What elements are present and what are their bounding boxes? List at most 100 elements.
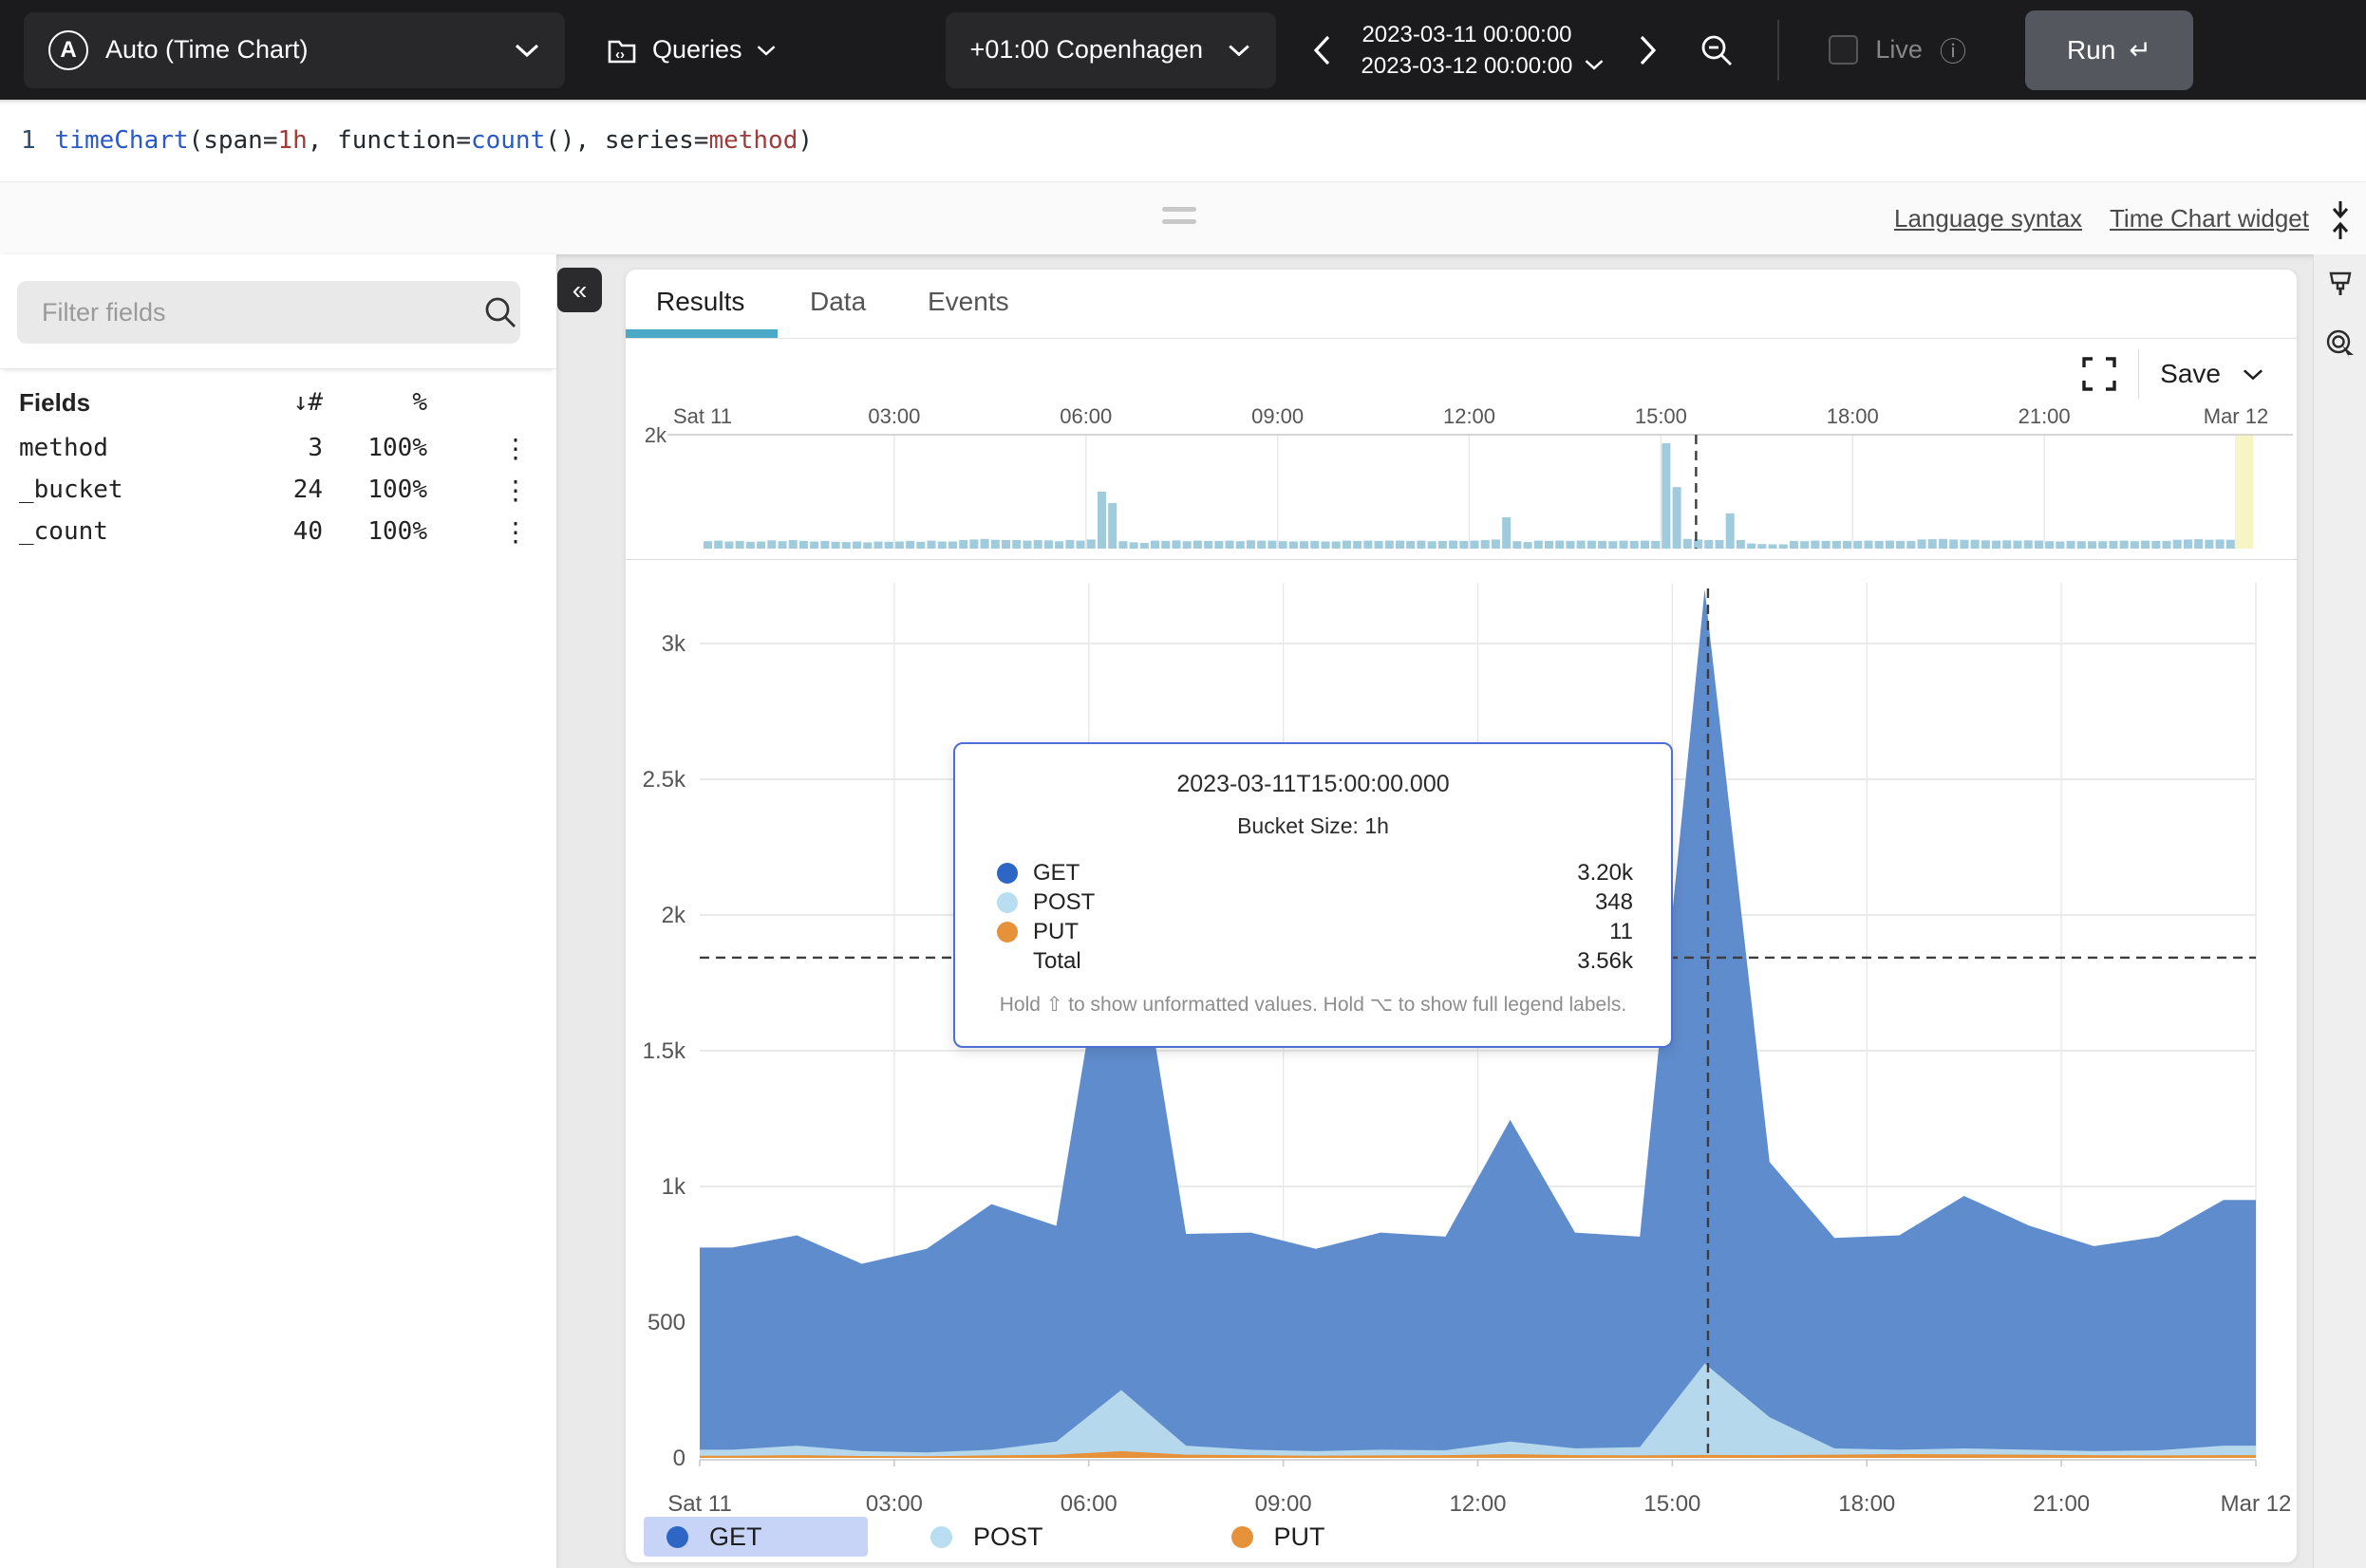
mini-bar[interactable] <box>767 540 776 549</box>
mini-bar[interactable] <box>2002 540 2011 549</box>
mini-bar[interactable] <box>1449 541 1457 549</box>
tab-events[interactable]: Events <box>928 287 1009 317</box>
mini-bar[interactable] <box>1726 513 1735 549</box>
mini-bar[interactable] <box>2109 541 2117 549</box>
mini-bar[interactable] <box>1853 541 1862 549</box>
mini-bar[interactable] <box>1502 517 1511 549</box>
mini-bar[interactable] <box>1204 541 1212 549</box>
mini-bar[interactable] <box>916 542 925 549</box>
mini-bar[interactable] <box>938 542 947 550</box>
mini-bar[interactable] <box>1875 541 1884 549</box>
tab-results[interactable]: Results <box>656 287 744 317</box>
mini-bar[interactable] <box>1151 541 1159 549</box>
mini-bar[interactable] <box>1108 503 1117 549</box>
mini-bar[interactable] <box>1949 539 1958 549</box>
view-selector-dropdown[interactable]: A Auto (Time Chart) <box>24 12 565 88</box>
mini-bar[interactable] <box>1247 540 1255 549</box>
interaction-target-icon[interactable] <box>2325 328 2356 359</box>
mini-bar[interactable] <box>1832 541 1841 549</box>
mini-bar[interactable] <box>1226 541 1234 549</box>
mini-bar[interactable] <box>2098 541 2107 549</box>
mini-bar[interactable] <box>1077 541 1085 549</box>
mini-bar[interactable] <box>2056 542 2064 550</box>
run-button[interactable]: Run ↵ <box>2025 10 2193 90</box>
mini-bar[interactable] <box>2173 540 2182 549</box>
time-range-selector[interactable]: 2023-03-11 00:00:00 2023-03-12 00:00:00 <box>1361 19 1573 82</box>
zoom-out-icon[interactable] <box>1698 31 1736 69</box>
mini-bar[interactable] <box>1044 540 1053 549</box>
mini-bar[interactable] <box>1769 545 1777 550</box>
mini-bar[interactable] <box>906 541 914 549</box>
mini-bar[interactable] <box>1641 541 1649 549</box>
mini-bar[interactable] <box>1630 541 1639 549</box>
kebab-menu-icon[interactable]: ⋮ <box>427 475 556 506</box>
time-chart-widget-link[interactable]: Time Chart widget <box>2110 204 2309 233</box>
mini-bar[interactable] <box>1608 541 1617 549</box>
mini-bar[interactable] <box>2151 541 2160 549</box>
mini-bar[interactable] <box>1438 541 1447 549</box>
mini-bar[interactable] <box>1971 540 1980 549</box>
mini-bar[interactable] <box>1363 541 1372 549</box>
mini-bar[interactable] <box>853 542 861 550</box>
mini-bar[interactable] <box>1193 541 1202 549</box>
mini-bar[interactable] <box>1023 541 1031 549</box>
mini-bar[interactable] <box>724 542 733 550</box>
mini-bar[interactable] <box>799 541 808 549</box>
field-row-method[interactable]: method 3 100% ⋮ <box>0 427 556 469</box>
mini-bar[interactable] <box>1683 539 1692 549</box>
legend-item-post[interactable]: POST <box>908 1517 1066 1557</box>
tab-data[interactable]: Data <box>810 287 866 317</box>
mini-bar[interactable] <box>1002 540 1010 549</box>
mini-bar[interactable] <box>1055 541 1063 549</box>
mini-bar[interactable] <box>1715 540 1723 549</box>
mini-bar[interactable] <box>1012 540 1021 549</box>
mini-bar[interactable] <box>1906 541 1915 549</box>
mini-bar[interactable] <box>1896 541 1905 549</box>
mini-bar[interactable] <box>1918 539 1926 549</box>
mini-bar[interactable] <box>2226 540 2235 549</box>
mini-bar[interactable] <box>1757 544 1766 549</box>
mini-bar[interactable] <box>1981 540 1990 549</box>
mini-bar[interactable] <box>1236 541 1245 549</box>
mini-bar[interactable] <box>757 542 765 550</box>
mini-bar[interactable] <box>1492 539 1500 549</box>
mini-bar[interactable] <box>810 542 818 550</box>
mini-bar[interactable] <box>789 540 798 549</box>
timezone-dropdown[interactable]: +01:00 Copenhagen <box>946 12 1276 88</box>
mini-bar[interactable] <box>1279 541 1287 549</box>
mini-bar[interactable] <box>2162 541 2170 549</box>
mini-bar[interactable] <box>928 541 936 549</box>
mini-bar[interactable] <box>948 542 957 550</box>
query-code[interactable]: timeChart(span=1h, function=count(), ser… <box>55 126 813 155</box>
mini-bar[interactable] <box>895 542 904 550</box>
mini-bar[interactable] <box>1034 540 1042 549</box>
time-back-button[interactable] <box>1310 33 1333 67</box>
kebab-menu-icon[interactable]: ⋮ <box>427 433 556 464</box>
mini-bar[interactable] <box>2216 539 2225 549</box>
mini-bar[interactable] <box>1800 541 1809 549</box>
mini-bar[interactable] <box>1375 541 1383 549</box>
mini-bar[interactable] <box>1928 539 1937 549</box>
mini-bar[interactable] <box>1673 487 1681 549</box>
mini-bar[interactable] <box>959 540 967 549</box>
mini-bar[interactable] <box>2184 539 2192 549</box>
mini-bar[interactable] <box>1790 541 1798 549</box>
mini-bar[interactable] <box>1737 540 1745 549</box>
mini-bar[interactable] <box>704 541 712 549</box>
mini-bar[interactable] <box>1811 541 1819 549</box>
resize-drag-handle[interactable] <box>1162 207 1196 232</box>
mini-bar[interactable] <box>2024 540 2033 549</box>
legend-item-put[interactable]: PUT <box>1209 1517 1348 1557</box>
mini-bar[interactable] <box>1118 541 1127 549</box>
mini-bar[interactable] <box>2077 541 2086 549</box>
mini-bar[interactable] <box>1524 542 1532 549</box>
mini-bar[interactable] <box>1417 541 1425 549</box>
mini-bar[interactable] <box>779 541 787 549</box>
mini-bar[interactable] <box>1545 541 1553 549</box>
mini-bar[interactable] <box>1098 492 1106 549</box>
mini-bar[interactable] <box>1130 542 1138 549</box>
mini-bar[interactable] <box>1428 541 1436 549</box>
mini-bar[interactable] <box>736 541 744 549</box>
mini-bar[interactable] <box>1992 541 2000 549</box>
mini-bar[interactable] <box>1161 541 1170 549</box>
